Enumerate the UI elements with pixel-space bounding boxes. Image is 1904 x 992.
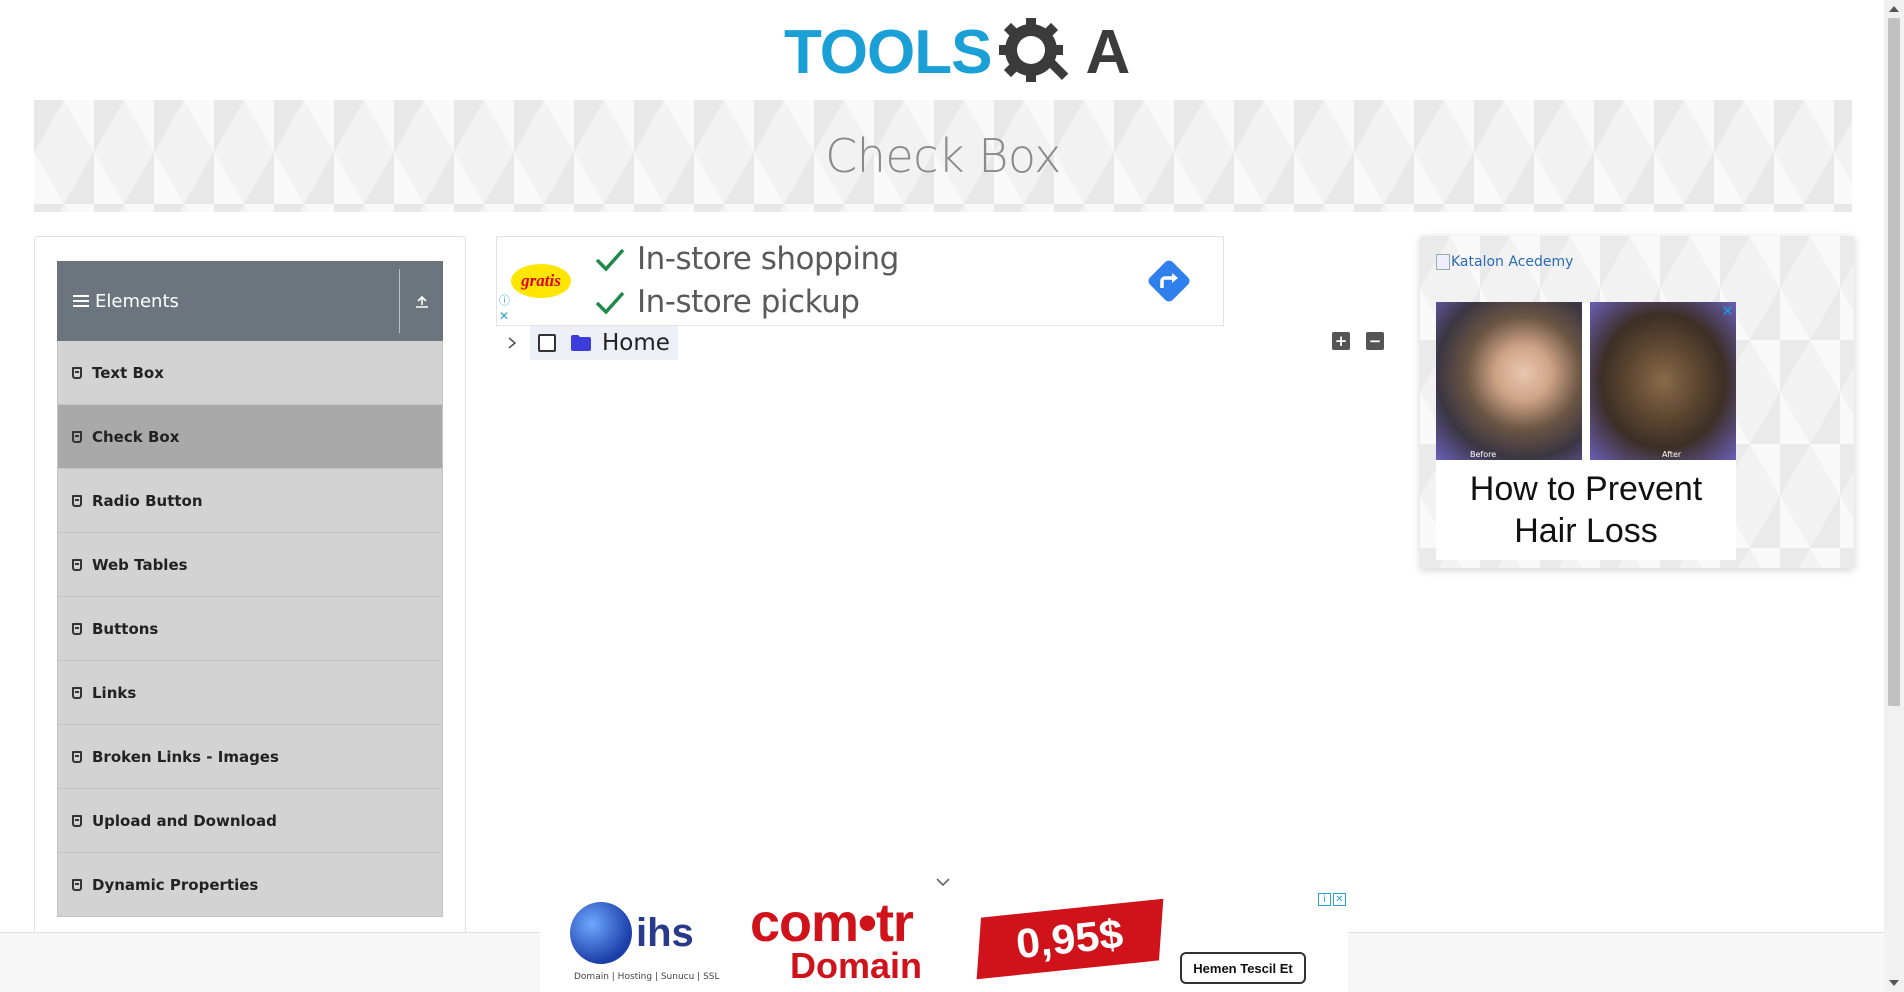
chevron-right-icon[interactable] bbox=[502, 333, 522, 353]
gratis-brand: gratis bbox=[521, 271, 561, 290]
right-ad-panel: Katalon Acedemy Before After ✕ How to Pr… bbox=[1420, 236, 1854, 568]
directions-icon[interactable] bbox=[1145, 257, 1193, 305]
check-icon bbox=[595, 291, 625, 315]
vertical-scrollbar[interactable] bbox=[1884, 0, 1904, 992]
sidebar-item-web-tables[interactable]: Web Tables bbox=[57, 533, 443, 597]
ad-close-icon[interactable]: ✕ bbox=[1333, 893, 1346, 906]
group-title: Elements bbox=[95, 290, 179, 312]
sidebar-item-check-box[interactable]: Check Box bbox=[57, 405, 443, 469]
close-icon[interactable]: ✕ bbox=[1721, 302, 1734, 320]
sidebar-item-label: Check Box bbox=[92, 427, 180, 446]
check-icon bbox=[595, 248, 625, 272]
tree-node-label: Home bbox=[602, 330, 670, 356]
sidebar-item-label: Upload and Download bbox=[92, 811, 277, 830]
sidebar-item-buttons[interactable]: Buttons bbox=[57, 597, 443, 661]
html-doc-icon bbox=[72, 878, 82, 891]
page-title: Check Box bbox=[825, 129, 1061, 183]
html-doc-icon bbox=[72, 814, 82, 827]
domain-text: Domain bbox=[790, 945, 923, 986]
katalon-academy-link[interactable]: Katalon Acedemy bbox=[1436, 254, 1573, 270]
logo-text-tools: TOOLS bbox=[784, 18, 992, 87]
ihs-brand: ihs bbox=[636, 910, 694, 955]
page-banner: Check Box bbox=[34, 100, 1852, 212]
elements-group-header[interactable]: Elements bbox=[57, 261, 443, 341]
logo-text-a: A bbox=[1085, 18, 1131, 87]
home-checkbox[interactable] bbox=[538, 334, 556, 352]
gear-magnifier-icon bbox=[995, 16, 1085, 90]
ad-choices-badge[interactable]: i ✕ bbox=[1318, 893, 1346, 906]
menu-icon bbox=[73, 295, 89, 307]
html-doc-icon bbox=[72, 622, 82, 635]
sidebar-item-links[interactable]: Links bbox=[57, 661, 443, 725]
ad-info-icon[interactable]: i bbox=[1318, 893, 1331, 906]
sidebar-item-broken-links[interactable]: Broken Links - Images bbox=[57, 725, 443, 789]
html-doc-icon bbox=[72, 494, 82, 507]
ihs-globe-icon bbox=[570, 902, 632, 964]
sidebar-item-radio-button[interactable]: Radio Button bbox=[57, 469, 443, 533]
collapse-up-icon[interactable] bbox=[409, 289, 435, 313]
sidebar-item-label: Radio Button bbox=[92, 491, 203, 510]
broken-image-icon bbox=[1436, 254, 1450, 270]
sidebar-item-upload-download[interactable]: Upload and Download bbox=[57, 789, 443, 853]
after-label: After bbox=[1662, 450, 1682, 459]
ad-close-icon[interactable]: ✕ bbox=[499, 310, 509, 322]
ad-line-text: In-store pickup bbox=[637, 284, 860, 320]
ad-caption: How to Prevent Hair Loss bbox=[1469, 470, 1703, 550]
elements-menu-list: Text Box Check Box Radio Button Web Tabl… bbox=[57, 341, 443, 917]
scroll-down-arrow-icon[interactable] bbox=[1889, 980, 1899, 986]
html-doc-icon bbox=[72, 750, 82, 763]
ad-info-icon[interactable]: ⓘ bbox=[499, 295, 510, 306]
toolsqa-logo[interactable]: TOOLS A bbox=[784, 16, 1130, 90]
sidebar-item-dynamic-properties[interactable]: Dynamic Properties bbox=[57, 853, 443, 917]
scroll-thumb[interactable] bbox=[1888, 18, 1900, 706]
ad-line-pickup: In-store pickup bbox=[593, 284, 860, 320]
gratis-logo: gratis bbox=[511, 264, 571, 298]
header-divider bbox=[399, 269, 400, 333]
bottom-ad-banner[interactable]: ihs Domain | Hosting | Sunucu | SSL com•… bbox=[540, 890, 1348, 992]
page: TOOLS A Check Box Elements Text Box Chec… bbox=[0, 0, 1904, 992]
sidebar-item-label: Buttons bbox=[92, 619, 159, 638]
top-ad-banner[interactable]: gratis In-store shopping In-store pickup… bbox=[496, 236, 1224, 326]
sidebar-item-label: Text Box bbox=[92, 363, 164, 382]
scroll-up-arrow-icon[interactable] bbox=[1889, 6, 1899, 12]
sidebar-item-label: Broken Links - Images bbox=[92, 747, 279, 766]
ihs-subtitle: Domain | Hosting | Sunucu | SSL bbox=[574, 972, 720, 982]
price-value: 0,95$ bbox=[1014, 910, 1126, 967]
hair-loss-ad[interactable]: Before After ✕ How to Prevent Hair Loss bbox=[1436, 302, 1736, 560]
register-now-button[interactable]: Hemen Tescil Et bbox=[1180, 952, 1306, 984]
html-doc-icon bbox=[72, 366, 82, 379]
ihs-logo: ihs bbox=[570, 902, 694, 964]
html-doc-icon bbox=[72, 686, 82, 699]
expand-all-button[interactable]: + bbox=[1332, 332, 1350, 350]
checkbox-tree: Home bbox=[502, 326, 678, 360]
sidebar-item-label: Web Tables bbox=[92, 555, 188, 574]
sidebar-item-text-box[interactable]: Text Box bbox=[57, 341, 443, 405]
sidebar-item-label: Dynamic Properties bbox=[92, 875, 259, 894]
html-doc-icon bbox=[72, 558, 82, 571]
chevron-down-icon[interactable] bbox=[934, 876, 952, 888]
comtr-headline: com•tr bbox=[750, 893, 914, 953]
before-label: Before bbox=[1470, 450, 1497, 459]
price-tag: 0,95$ bbox=[976, 898, 1164, 980]
left-sidebar: Elements Text Box Check Box Radio Button… bbox=[34, 236, 466, 992]
after-photo: After bbox=[1590, 302, 1736, 460]
ad-line-text: In-store shopping bbox=[637, 241, 899, 277]
collapse-all-button[interactable]: − bbox=[1366, 332, 1384, 350]
before-photo: Before bbox=[1436, 302, 1582, 460]
html-doc-icon bbox=[72, 430, 82, 443]
ad-line-shopping: In-store shopping bbox=[593, 241, 899, 277]
katalon-link-text: Katalon Acedemy bbox=[1451, 254, 1574, 270]
folder-icon bbox=[571, 335, 591, 351]
sidebar-item-label: Links bbox=[92, 683, 137, 702]
tree-node-home[interactable]: Home bbox=[530, 326, 678, 360]
